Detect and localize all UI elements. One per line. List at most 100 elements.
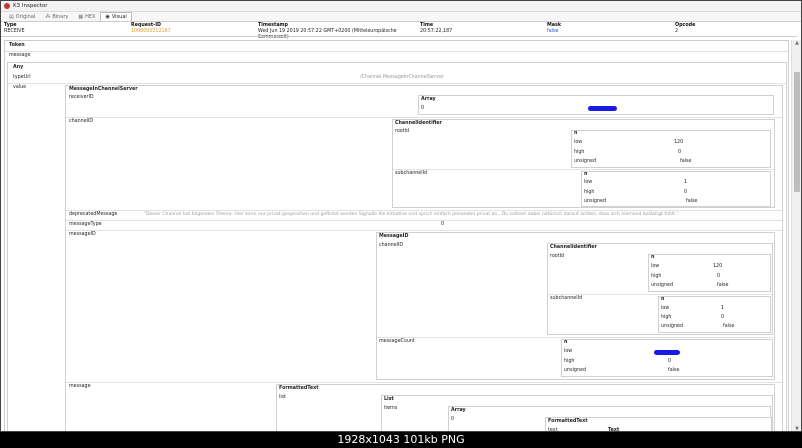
tab-binary[interactable]: ⁂ Binary [40,12,73,21]
subchannelid-n-box: n low 1 high 0 unsigned false [658,296,771,333]
high-value: 0 [668,359,672,364]
low-value: 1 [721,306,725,311]
value-label: value [13,85,27,90]
title-bar: K3 Inspector [1,1,801,12]
divider [66,117,782,118]
eye-icon: ◉ [105,14,110,20]
channel-identifier-box: ChannelIdentifier rootId n low 120 high … [392,119,775,208]
val-timestamp: Wed Jun 19 2019 20:57:22 GMT+0200 (Mitte… [258,29,397,40]
unsigned-value: false [668,368,680,373]
n-title: n [584,172,588,177]
low-label: low [574,140,583,145]
tab-visual[interactable]: ◉ Visual [100,12,132,21]
messagetype-value: 0 [441,222,445,227]
array-index: 0 [451,417,455,422]
header-divider [1,36,797,37]
messagecount-label: messageCount [379,339,415,344]
rootid-n-box: n low 120 high 0 unsigned false [648,254,771,292]
unsigned-label: unsigned [574,159,596,164]
visual-tree-panel[interactable]: Token message Any typeUrl /Channel.Messa… [4,40,789,431]
channelidentifier-title: ChannelIdentifier [550,245,597,250]
divider [5,51,788,52]
tab-hex[interactable]: ▦ HEX [73,12,100,21]
messageid-title: MessageID [379,234,409,239]
redaction-mark [588,106,617,111]
unsigned-value: false [717,283,729,288]
message-label: message [9,53,31,58]
scroll-up-icon[interactable]: ▲ [794,41,800,46]
items-array-box: Array 0 FormattedText text Text [448,406,772,431]
subchannelid-label: subchannelId [550,296,583,301]
high-label: high [574,150,585,155]
document-icon: ▤ [9,14,14,20]
high-value: 0 [678,150,682,155]
list-title: List [384,397,394,402]
messagecount-n-box: n low high 0 unsigned false [561,339,773,377]
formatted-text-item-box: FormattedText text Text [545,417,772,431]
typeurl-label: typeUrl [13,75,31,80]
hex-icon: ▦ [78,14,84,20]
high-value: 0 [684,190,688,195]
high-label: high [584,190,595,195]
any-box: Any typeUrl /Channel.MessageInChannelSer… [7,62,787,431]
token-title: Token [9,43,25,48]
n-title: n [661,297,665,302]
high-label: high [651,274,662,279]
formattedtext-title: FormattedText [279,386,319,391]
list-box: List items Array 0 FormattedText text Te… [381,395,773,431]
unsigned-label: unsigned [661,324,683,329]
low-value: 120 [713,264,723,269]
window-title: K3 Inspector [13,3,48,9]
divider [8,83,786,84]
n-title: n [574,131,578,136]
binary-icon: ⁂ [45,14,51,20]
image-caption: 1928x1043 101kb PNG [0,432,802,448]
any-title: Any [13,65,24,70]
messagetype-label: messageType [69,222,102,227]
array-title: Array [451,408,466,413]
high-value: 0 [717,274,721,279]
val-opcode: 2 [675,29,679,34]
high-label: high [564,359,575,364]
redaction-mark [654,350,680,355]
low-value: 120 [674,140,684,145]
n-title: n [564,340,568,345]
high-value: 0 [721,315,725,320]
rootid-n-box: n low 120 high 0 unsigned false [571,130,771,168]
low-label: low [564,349,573,354]
typeurl-value: /Channel.MessageInChannelServer [360,75,444,80]
low-value: 1 [684,180,688,185]
val-type: RECEIVE [4,29,25,34]
channel-identifier-box: ChannelIdentifier rootId n low 120 high … [547,243,773,335]
view-tabs: ▤ Original ⁂ Binary ▦ HEX ◉ Visual [1,12,801,22]
channelid-label: channelID [69,119,94,124]
messageid-label: messageID [69,232,96,237]
low-label: low [661,306,670,311]
unsigned-value: false [723,324,735,329]
message-id-box: MessageID channelID ChannelIdentifier ro… [376,232,775,380]
divider [66,220,782,221]
formatted-text-box: FormattedText list List items Array 0 Fo… [276,384,775,431]
divider [377,337,774,338]
rootid-label: rootId [395,129,410,134]
divider [393,169,774,170]
message-in-channel-server-box: MessageInChannelServer receiverID Array … [65,85,783,431]
array-value: 0 [421,106,425,111]
inspector-window: K3 Inspector ▤ Original ⁂ Binary ▦ HEX ◉ Vis… [0,0,802,432]
scroll-thumb[interactable] [794,72,800,192]
low-label: low [584,180,593,185]
deprecatedmessage-value: "Dieser Channel hat folgendes Thema: Hie… [144,212,679,217]
vertical-scrollbar[interactable]: ▲ ▼ [791,40,801,431]
mics-title: MessageInChannelServer [69,87,138,92]
message2-label: message [69,384,91,389]
channelid-label: channelID [379,243,404,248]
app-logo-icon [4,3,10,9]
tab-original[interactable]: ▤ Original [4,12,40,21]
channelidentifier-title: ChannelIdentifier [395,121,442,126]
divider [548,294,772,295]
high-label: high [661,315,672,320]
val-mask: false [547,29,559,34]
list-label: list [279,395,287,400]
subchannelid-n-box: n low 1 high 0 unsigned false [581,171,771,207]
n-title: n [651,255,655,260]
